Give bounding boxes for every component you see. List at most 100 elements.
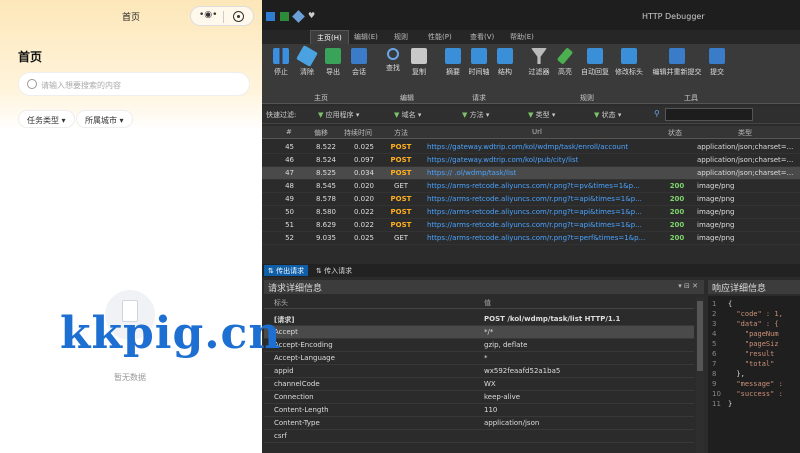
header-value: WX [484, 380, 496, 388]
export-button[interactable]: 导出 [320, 48, 346, 77]
table-row[interactable]: 50 8.580 0.022 POST https://arms-retcode.ali… [262, 206, 800, 219]
button-label: 编辑并重新提交 [652, 68, 702, 76]
header-name: Accept-Language [274, 354, 335, 362]
details-scrollbar[interactable] [696, 297, 704, 453]
col-type[interactable]: 类型 [738, 128, 752, 138]
table-row[interactable]: 48 8.545 0.020 GET https://arms-retcode.aliy… [262, 180, 800, 193]
table-row[interactable]: 51 8.629 0.022 POST https://arms-retcode.ali… [262, 219, 800, 232]
filter-app[interactable]: ▼ 应用程序 ▾ [318, 110, 359, 120]
filter-type[interactable]: ▼ 类型 ▾ [528, 110, 555, 120]
filter-status[interactable]: ▼ 状态 ▾ [594, 110, 621, 120]
tab-incoming[interactable]: ⇅ 传入请求 [312, 265, 356, 276]
cell-method: POST [390, 208, 412, 216]
button-label: 复制 [412, 68, 426, 76]
close-circle-icon[interactable] [233, 11, 244, 22]
copy-button[interactable]: 复制 [406, 48, 432, 77]
scroll-thumb[interactable] [697, 301, 703, 371]
copy-icon [411, 48, 427, 64]
response-panel-header: 响应详细信息 [708, 280, 800, 294]
request-panel-header: 请求详细信息 ▾ ⊟ ✕ [264, 280, 704, 294]
cell-status: 200 [669, 195, 685, 203]
cell-num: 51 [285, 221, 294, 229]
modify-header-icon [621, 48, 637, 64]
filter-task-type[interactable]: 任务类型 ▾ [18, 110, 75, 128]
tab-performance[interactable]: 性能(P) [428, 30, 452, 44]
pen-icon [556, 47, 574, 65]
capsule-menu[interactable]: •◉• [190, 6, 254, 26]
detail-row[interactable]: csrf [264, 430, 694, 443]
more-icon[interactable]: •◉• [199, 10, 217, 20]
cell-method: POST [390, 221, 412, 229]
modify-header-button[interactable]: 修改标头 [612, 48, 646, 77]
header-value: gzip, deflate [484, 341, 528, 349]
col-method[interactable]: 方法 [394, 128, 408, 138]
table-row[interactable]: 52 9.035 0.025 GET https://arms-retcode.aliy… [262, 232, 800, 245]
quick-search-input[interactable] [665, 108, 753, 121]
submit-button[interactable]: 提交 [704, 48, 730, 77]
timeline-button[interactable]: 时间轴 [466, 48, 492, 77]
find-button[interactable]: 查找 [380, 48, 406, 73]
col-index[interactable]: # [286, 128, 292, 136]
line-number: 6 [712, 350, 717, 358]
filter-name: 域名 [401, 111, 416, 119]
tab-view[interactable]: 查看(V) [470, 30, 494, 44]
table-row[interactable]: 47 8.525 0.034 POST https:// .ol/wdmp/task/l… [262, 167, 800, 180]
header-value: * [484, 354, 488, 362]
dropdown-icon[interactable]: ♥ [308, 11, 315, 20]
col-url[interactable]: Url [532, 128, 542, 136]
highlight-button[interactable]: 高亮 [552, 47, 578, 77]
edit-resubmit-icon [669, 48, 685, 64]
line-number: 1 [712, 300, 717, 308]
detail-row[interactable]: Accept-Encoding gzip, deflate [264, 339, 694, 352]
eraser-icon [296, 45, 318, 67]
line-number: 7 [712, 360, 717, 368]
detail-row[interactable]: appid wx592feaafd52a1ba5 [264, 365, 694, 378]
search-icon: ⚲ [654, 109, 660, 118]
export-icon [325, 48, 341, 64]
auto-reply-button[interactable]: 自动回复 [578, 48, 612, 77]
code-line: } [728, 400, 733, 408]
table-row[interactable]: 45 8.522 0.025 POST https://gateway.wdtrip.c… [262, 141, 800, 154]
detail-row[interactable]: [请求] POST /kol/wdmp/task/list HTTP/1.1 [264, 313, 694, 326]
filter-button[interactable]: 过滤器 [526, 48, 552, 77]
panel-controls-icon[interactable]: ▾ ⊟ ✕ [678, 282, 698, 290]
summary-button[interactable]: 摘要 [440, 48, 466, 77]
col-offset[interactable]: 偏移 [314, 128, 328, 138]
button-label: 导出 [326, 68, 340, 76]
filter-method[interactable]: ▼ 方法 ▾ [462, 110, 489, 120]
filter-domain[interactable]: ▼ 域名 ▾ [394, 110, 421, 120]
table-row[interactable]: 49 8.578 0.020 POST https://arms-retcode.ali… [262, 193, 800, 206]
tab-outgoing[interactable]: ⇅ 传出请求 [264, 265, 309, 276]
tab-rules[interactable]: 规则 [394, 30, 408, 44]
detail-row[interactable]: Content-Type application/json [264, 417, 694, 430]
stop-button[interactable]: 停止 [268, 48, 294, 77]
detail-row[interactable]: Accept-Language * [264, 352, 694, 365]
header-name: Connection [274, 393, 314, 401]
col-status[interactable]: 状态 [668, 128, 682, 138]
line-number: 10 [712, 390, 721, 398]
group-tools: 工具 [684, 94, 698, 102]
cell-num: 46 [285, 156, 294, 164]
cell-url: https://arms-retcode.aliyuncs.com/r.png?… [427, 234, 646, 242]
detail-row[interactable]: Accept */* [264, 326, 694, 339]
edit-resubmit-button[interactable]: 编辑并重新提交 [650, 48, 704, 77]
structure-button[interactable]: 结构 [492, 48, 518, 77]
auto-reply-icon [587, 48, 603, 64]
search-input[interactable]: 请输入想要搜索的内容 [18, 72, 250, 96]
detail-row[interactable]: Content-Length 110 [264, 404, 694, 417]
col-duration[interactable]: 持续时间 [344, 128, 372, 138]
filter-city[interactable]: 所属城市 ▾ [76, 110, 133, 128]
table-row[interactable]: 46 8.524 0.097 POST https://gateway.wdtrip.c… [262, 154, 800, 167]
clear-button[interactable]: 清除 [294, 45, 320, 77]
cell-url: https://gateway.wdtrip.com/kol/wdmp/task… [427, 143, 629, 151]
cell-duration: 0.020 [353, 195, 374, 203]
tab-edit[interactable]: 编辑(E) [354, 30, 378, 44]
tab-help[interactable]: 帮助(E) [510, 30, 534, 44]
detail-row[interactable]: Connection keep-alive [264, 391, 694, 404]
tab-home[interactable]: 主页(H) [310, 30, 349, 44]
detail-row[interactable]: channelCode WX [264, 378, 694, 391]
header-name: Accept-Encoding [274, 341, 333, 349]
session-button[interactable]: 会话 [346, 48, 372, 77]
excel-icon[interactable] [280, 12, 289, 21]
window-title: HTTP Debugger [642, 12, 705, 21]
